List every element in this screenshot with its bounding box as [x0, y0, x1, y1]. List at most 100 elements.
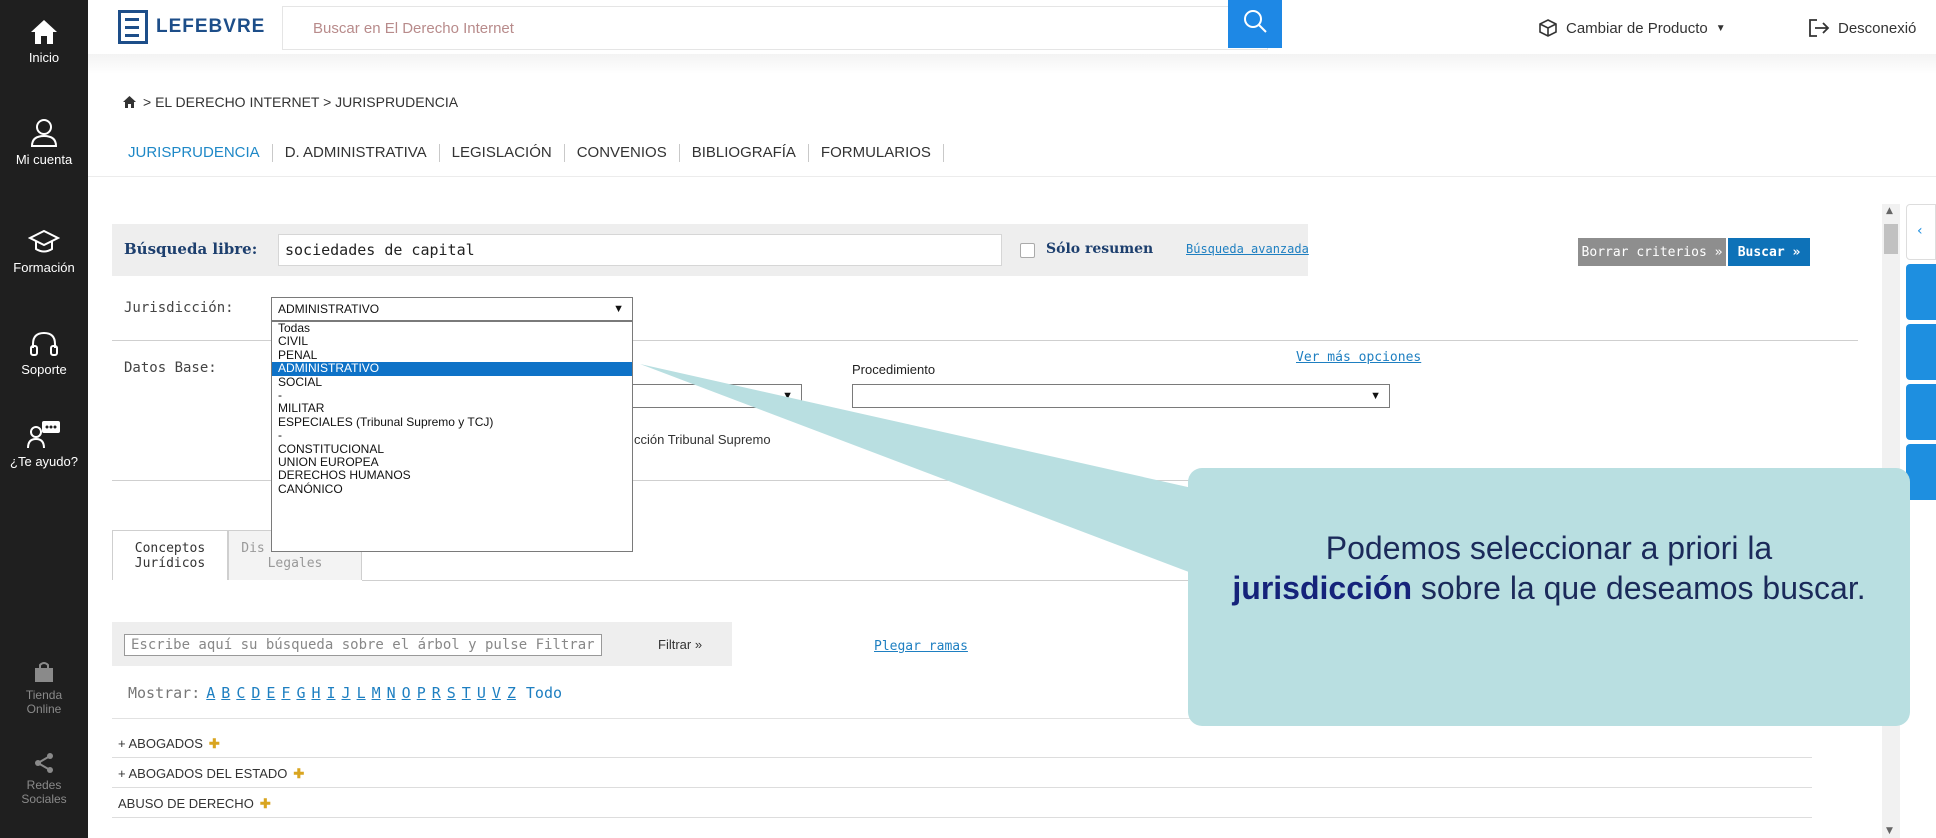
- borrar-criterios-button[interactable]: Borrar criterios »: [1578, 238, 1726, 266]
- side-tab-3[interactable]: [1906, 384, 1936, 440]
- jurisdiccion-dropdown-list[interactable]: Todas CIVIL PENAL ADMINISTRATIVO SOCIAL - MILI…: [271, 321, 633, 552]
- nav-store[interactable]: Tienda Online: [0, 660, 88, 716]
- letter-link[interactable]: R: [432, 684, 441, 702]
- side-tab-4[interactable]: [1906, 444, 1936, 500]
- letter-link[interactable]: E: [266, 684, 275, 702]
- jurisdiccion-select[interactable]: ADMINISTRATIVO ▼: [271, 297, 633, 321]
- nav-help[interactable]: ¿Te ayudo?: [0, 420, 88, 469]
- ver-mas-opciones-link[interactable]: Ver más opciones: [1296, 350, 1421, 365]
- tree-item[interactable]: + ABOGADOS DEL ESTADO ✚: [112, 760, 1812, 788]
- nav-account-label: Mi cuenta: [15, 152, 73, 167]
- add-plus-icon[interactable]: ✚: [209, 736, 220, 751]
- letter-link[interactable]: J: [342, 684, 351, 702]
- dropdown-option[interactable]: CANÓNICO: [272, 482, 632, 496]
- dropdown-option[interactable]: CONSTITUCIONAL: [272, 442, 632, 456]
- add-plus-icon[interactable]: ✚: [260, 796, 271, 811]
- letter-link[interactable]: L: [357, 684, 366, 702]
- dropdown-option[interactable]: -: [272, 428, 632, 442]
- letter-link[interactable]: N: [387, 684, 396, 702]
- chevron-left-icon: ‹: [1917, 223, 1923, 239]
- nav-social[interactable]: Redes Sociales: [0, 752, 88, 806]
- bag-icon: [35, 662, 53, 682]
- home-small-icon[interactable]: [122, 95, 137, 109]
- home-icon: [31, 20, 57, 44]
- nav-social-label: Redes Sociales: [21, 778, 67, 806]
- dropdown-arrow-icon: ▼: [613, 303, 624, 315]
- tree-item-label: ABUSO DE DERECHO: [118, 796, 254, 811]
- letter-link[interactable]: C: [236, 684, 245, 702]
- free-search-input[interactable]: sociedades de capital: [278, 234, 1002, 266]
- filtrar-button[interactable]: Filtrar »: [658, 637, 702, 652]
- letter-link[interactable]: S: [447, 684, 456, 702]
- nav-training[interactable]: Formación: [0, 228, 88, 275]
- scroll-down-icon[interactable]: ▼: [1886, 826, 1893, 836]
- letter-link[interactable]: O: [402, 684, 411, 702]
- tab-formularios[interactable]: FORMULARIOS: [809, 144, 944, 162]
- procedimiento-select[interactable]: ▼: [852, 384, 1390, 408]
- scroll-up-icon[interactable]: ▲: [1886, 206, 1893, 216]
- tutorial-callout: Podemos seleccionar a priori la jurisdic…: [1188, 468, 1910, 726]
- todo-link[interactable]: Todo: [526, 684, 562, 702]
- nav-support[interactable]: Soporte: [0, 330, 88, 377]
- letter-link[interactable]: G: [296, 684, 305, 702]
- tab-jurisprudencia[interactable]: JURISPRUDENCIA: [128, 144, 273, 162]
- tab-bibliografia[interactable]: BIBLIOGRAFÍA: [680, 144, 809, 162]
- nav-account[interactable]: Mi cuenta: [0, 118, 88, 167]
- dropdown-option[interactable]: MILITAR: [272, 401, 632, 415]
- side-collapse-tab[interactable]: ‹: [1906, 204, 1936, 260]
- letter-link[interactable]: I: [327, 684, 336, 702]
- dropdown-option[interactable]: ESPECIALES (Tribunal Supremo y TCJ): [272, 415, 632, 429]
- solo-resumen-checkbox[interactable]: [1020, 243, 1035, 258]
- dropdown-option[interactable]: PENAL: [272, 348, 632, 362]
- dropdown-option[interactable]: CIVIL: [272, 334, 632, 348]
- scrollbar-thumb[interactable]: [1884, 224, 1898, 254]
- add-plus-icon[interactable]: ✚: [293, 766, 304, 781]
- logo-mark: [118, 10, 148, 44]
- dropdown-option[interactable]: Todas: [272, 321, 632, 335]
- global-search: [282, 6, 1268, 50]
- tribunal-supremo-option[interactable]: cción Tribunal Supremo: [634, 432, 771, 447]
- dropdown-option[interactable]: -: [272, 388, 632, 402]
- plegar-ramas-link[interactable]: Plegar ramas: [874, 639, 968, 654]
- buscar-button[interactable]: Buscar »: [1728, 238, 1810, 266]
- tree-item[interactable]: + ABOGADOS ✚: [112, 730, 1812, 758]
- dropdown-option[interactable]: UNION EUROPEA: [272, 455, 632, 469]
- side-tab-2[interactable]: [1906, 324, 1936, 380]
- letter-link[interactable]: A: [206, 684, 215, 702]
- dropdown-option[interactable]: ADMINISTRATIVO: [272, 361, 632, 376]
- dropdown-option[interactable]: SOCIAL: [272, 375, 632, 389]
- letter-link[interactable]: Z: [507, 684, 516, 702]
- side-tab-1[interactable]: [1906, 264, 1936, 320]
- tree-item[interactable]: ABUSO DE DERECHO ✚: [112, 790, 1812, 818]
- letter-link[interactable]: M: [372, 684, 381, 702]
- letter-link[interactable]: F: [281, 684, 290, 702]
- lefebvre-logo[interactable]: LEFEBVRE: [118, 8, 265, 46]
- tab-convenios[interactable]: CONVENIOS: [565, 144, 680, 162]
- tab-disp-line1: Dis: [241, 541, 265, 556]
- global-search-input[interactable]: [283, 7, 1223, 49]
- jurisdiccion-label: Jurisdicción:: [124, 300, 234, 316]
- letter-link[interactable]: T: [462, 684, 471, 702]
- tab-conceptos-juridicos[interactable]: Conceptos Jurídicos: [112, 530, 228, 580]
- jurisdiccion-select-value: ADMINISTRATIVO: [278, 302, 380, 316]
- dropdown-option[interactable]: DERECHOS HUMANOS: [272, 468, 632, 482]
- solo-resumen-label: Sólo resumen: [1046, 241, 1154, 257]
- nav-home[interactable]: Inicio: [0, 18, 88, 65]
- tab-conceptos-line2: Jurídicos: [134, 556, 206, 571]
- cambiar-producto-menu[interactable]: Cambiar de Producto ▼: [1538, 18, 1726, 38]
- letter-link[interactable]: V: [492, 684, 501, 702]
- cambiar-producto-label: Cambiar de Producto: [1566, 19, 1708, 37]
- letter-link[interactable]: D: [251, 684, 260, 702]
- letter-link[interactable]: H: [311, 684, 320, 702]
- callout-text-post: sobre la que deseamos buscar.: [1420, 570, 1866, 606]
- breadcrumb-text[interactable]: > EL DERECHO INTERNET > JURISPRUDENCIA: [143, 94, 458, 110]
- tab-d-administrativa[interactable]: D. ADMINISTRATIVA: [273, 144, 440, 162]
- letter-link[interactable]: B: [221, 684, 230, 702]
- tab-legislacion[interactable]: LEGISLACIÓN: [440, 144, 565, 162]
- letter-link[interactable]: U: [477, 684, 486, 702]
- tree-filter-input[interactable]: Escribe aquí su búsqueda sobre el árbol …: [124, 634, 602, 656]
- busqueda-avanzada-link[interactable]: Búsqueda avanzada: [1186, 242, 1309, 256]
- letter-link[interactable]: P: [417, 684, 426, 702]
- logout-link[interactable]: Desconexió: [1808, 18, 1916, 38]
- search-button[interactable]: [1228, 0, 1282, 48]
